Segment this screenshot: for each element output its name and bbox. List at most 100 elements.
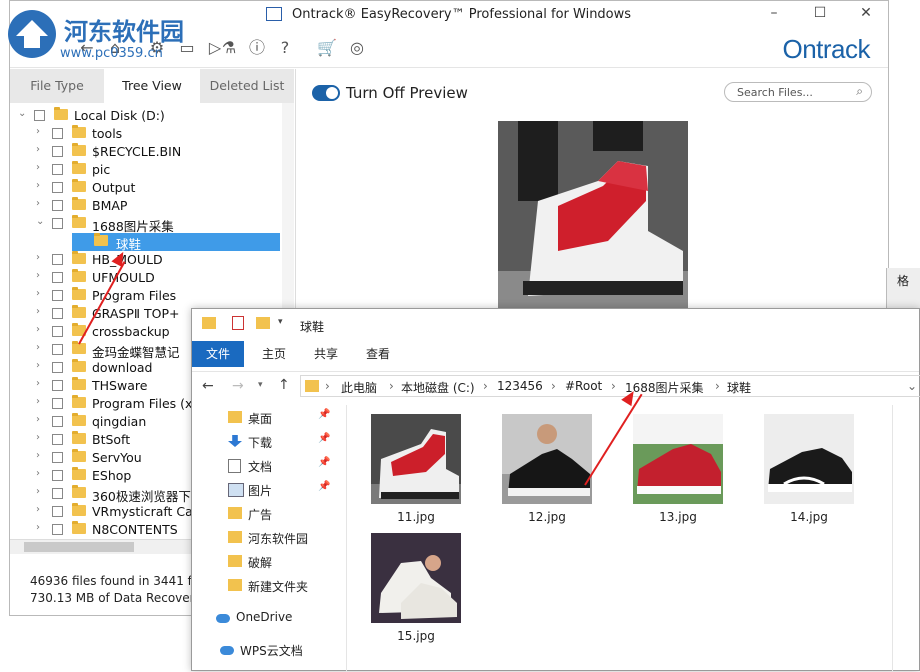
tree-checkbox[interactable] [52,488,63,499]
tab-tree-view[interactable]: Tree View [104,69,200,103]
nav-item[interactable]: 河东软件园 [200,527,350,549]
tree-checkbox[interactable] [52,524,63,535]
chevron-right-icon[interactable]: › [36,432,40,443]
file-name-15[interactable]: 15.jpg [371,629,461,643]
maximize-icon[interactable]: ☐ [808,5,832,21]
tree-checkbox[interactable] [52,290,63,301]
pin-icon[interactable]: 📌 [318,481,330,492]
breadcrumb-this-pc[interactable]: 此电脑 [341,379,377,396]
ribbon-tab-view[interactable]: 查看 [358,341,398,367]
tree-checkbox[interactable] [52,434,63,445]
search-icon[interactable]: ⌕ [856,84,863,99]
tab-deleted-list[interactable]: Deleted List [200,69,294,103]
tree-row[interactable]: › UFMOULD [10,269,294,287]
tree-row[interactable]: ⌄ 1688图片采集 [10,215,294,234]
file-name-11[interactable]: 11.jpg [371,510,461,524]
quick-access-dropdown-icon[interactable]: ▾ [278,317,283,327]
nav-item[interactable]: 图片 📌 [200,479,350,501]
tree-checkbox[interactable] [52,254,63,265]
chevron-right-icon[interactable]: › [36,162,40,173]
ribbon-tab-share[interactable]: 共享 [306,341,346,367]
nav-item[interactable]: OneDrive [200,607,350,629]
chevron-right-icon[interactable]: › [36,378,40,389]
file-name-14[interactable]: 14.jpg [764,510,854,524]
breadcrumb-separator-icon[interactable]: › [611,379,616,393]
microscope-icon[interactable]: ⚗ [218,37,240,59]
tree-checkbox[interactable] [52,452,63,463]
scrollbar-thumb[interactable] [24,542,134,552]
minimize-icon[interactable]: – [762,5,786,21]
tree-checkbox[interactable] [52,416,63,427]
chevron-right-icon[interactable]: › [36,396,40,407]
close-icon[interactable]: ✕ [854,5,878,21]
chevron-right-icon[interactable]: › [36,198,40,209]
properties-icon[interactable] [232,316,244,330]
file-name-12[interactable]: 12.jpg [502,510,592,524]
tree-row[interactable]: 球鞋 [72,233,280,252]
tree-checkbox[interactable] [52,200,63,211]
ribbon-tab-home[interactable]: 主页 [254,341,294,367]
tree-checkbox[interactable] [52,506,63,517]
pin-icon[interactable]: 📌 [318,409,330,420]
tree-checkbox[interactable] [52,398,63,409]
back-arrow-icon[interactable]: ← [202,378,214,394]
chevron-right-icon[interactable]: › [36,324,40,335]
breadcrumb-root[interactable]: #Root [565,379,602,393]
tree-row[interactable]: › pic [10,161,294,179]
chevron-right-icon[interactable]: › [36,126,40,137]
chevron-right-icon[interactable]: › [36,180,40,191]
nav-item[interactable]: 下载 📌 [200,431,350,453]
chevron-right-icon[interactable]: › [36,450,40,461]
details-pane-divider[interactable] [892,405,893,672]
forward-arrow-icon[interactable]: → [232,378,244,394]
breadcrumb-separator-icon[interactable]: › [715,379,720,393]
breadcrumb-123456[interactable]: 123456 [497,379,543,393]
chevron-right-icon[interactable]: › [36,486,40,497]
chevron-right-icon[interactable]: › [36,306,40,317]
recent-locations-icon[interactable]: ▾ [258,380,263,390]
nav-item[interactable]: 新建文件夹 [200,575,350,597]
tree-checkbox[interactable] [52,272,63,283]
preview-toggle[interactable] [312,85,340,101]
tree-row[interactable]: › $RECYCLE.BIN [10,143,294,161]
chevron-right-icon[interactable]: › [36,270,40,281]
chevron-down-icon[interactable]: ⌄ [18,108,26,119]
nav-pane-divider[interactable] [346,405,347,672]
file-thumbnail-13[interactable] [633,414,723,504]
nav-item[interactable]: WPS云文档 [200,639,350,661]
up-arrow-icon[interactable]: ↑ [278,377,290,393]
file-name-13[interactable]: 13.jpg [633,510,723,524]
chevron-right-icon[interactable]: › [36,252,40,263]
chevron-right-icon[interactable]: › [36,144,40,155]
file-thumbnail-11[interactable] [371,414,461,504]
tree-checkbox[interactable] [52,218,63,229]
tree-checkbox[interactable] [52,146,63,157]
nav-item[interactable]: 广告 [200,503,350,525]
chevron-right-icon[interactable]: › [36,504,40,515]
breadcrumb-local-disk-c[interactable]: 本地磁盘 (C:) [401,379,475,396]
file-thumbnail-14[interactable] [764,414,854,504]
tab-file-type[interactable]: File Type [10,69,104,103]
chevron-right-icon[interactable]: › [36,522,40,533]
tree-checkbox[interactable] [52,362,63,373]
info-icon[interactable]: ⓘ [246,37,268,59]
address-bar[interactable]: › 此电脑 › 本地磁盘 (C:) › 123456 › #Root › 168… [300,375,920,397]
tree-checkbox[interactable] [52,344,63,355]
breadcrumb-separator-icon[interactable]: › [325,379,330,393]
chevron-right-icon[interactable]: › [36,468,40,479]
account-icon[interactable]: ◎ [346,37,368,59]
file-thumbnail-15[interactable] [371,533,461,623]
tree-row[interactable]: › Output [10,179,294,197]
breadcrumb-separator-icon[interactable]: › [483,379,488,393]
tree-checkbox[interactable] [52,128,63,139]
tree-checkbox[interactable] [52,164,63,175]
chevron-down-icon[interactable]: ⌄ [36,216,44,227]
breadcrumb-separator-icon[interactable]: › [389,379,394,393]
tree-checkbox[interactable] [34,110,45,121]
tree-checkbox[interactable] [52,308,63,319]
nav-item[interactable]: 破解 [200,551,350,573]
tree-checkbox[interactable] [52,182,63,193]
file-thumbnail-12[interactable] [502,414,592,504]
help-icon[interactable]: ? [274,37,296,59]
address-dropdown-icon[interactable]: ⌄ [907,379,917,393]
